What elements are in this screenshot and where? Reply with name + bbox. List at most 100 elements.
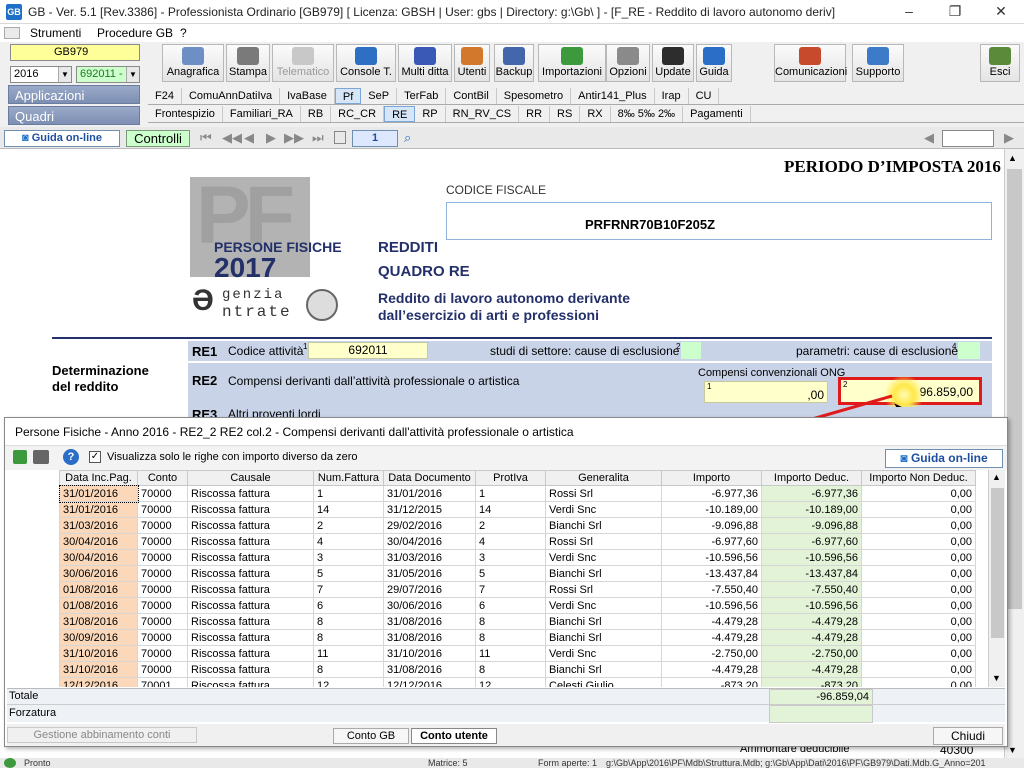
scroll-up-icon[interactable]: ▲ [1008, 153, 1017, 163]
table-cell[interactable]: 70000 [137, 581, 188, 598]
table-cell[interactable]: 5 [475, 565, 546, 582]
grid-scrollbar[interactable]: ▲ ▼ [988, 470, 1005, 687]
table-cell[interactable]: 0,00 [861, 645, 976, 662]
table-cell[interactable]: 31/10/2016 [59, 661, 138, 678]
close-button[interactable]: ✕ [978, 0, 1024, 24]
scrollbar-thumb[interactable] [1007, 169, 1022, 609]
supporto-button[interactable]: Supporto [852, 44, 904, 82]
table-row[interactable]: 30/04/2016 70000 Riscossa fattura 3 31/03/20… [59, 549, 976, 566]
gestione-abbinamento-button[interactable]: Gestione abbinamento conti [7, 727, 197, 743]
table-cell[interactable]: -10.189,00 [661, 501, 762, 518]
table-cell[interactable]: -6.977,36 [761, 485, 862, 502]
filter-checkbox[interactable]: ✓ [89, 451, 101, 463]
tab-frontespizio[interactable]: Frontespizio [148, 106, 223, 122]
table-cell[interactable]: -4.479,28 [761, 629, 862, 646]
table-cell[interactable]: 0,00 [861, 501, 976, 518]
table-cell[interactable]: -4.479,28 [761, 661, 862, 678]
printer-icon[interactable] [33, 450, 49, 464]
grid-scrollbar-thumb[interactable] [991, 488, 1004, 638]
update-button[interactable]: Update [652, 44, 694, 82]
table-cell[interactable]: 31/01/2016 [59, 501, 138, 518]
dialog-guida-button[interactable]: ◙ Guida on-line [885, 449, 1003, 468]
table-cell[interactable]: Riscossa fattura [187, 485, 314, 502]
table-cell[interactable]: -2.750,00 [661, 645, 762, 662]
table-cell[interactable]: 0,00 [861, 533, 976, 550]
tab-rr[interactable]: RR [519, 106, 551, 122]
table-cell[interactable]: Bianchi Srl [545, 661, 662, 678]
table-cell[interactable]: 0,00 [861, 581, 976, 598]
table-cell[interactable]: Riscossa fattura [187, 613, 314, 630]
next-page-icon[interactable]: ▶ [266, 130, 276, 146]
table-row[interactable]: 31/01/2016 70000 Riscossa fattura 1 31/01/20… [58, 484, 976, 503]
table-cell[interactable]: 31/03/2016 [383, 549, 476, 566]
utenti-button[interactable]: Utenti [454, 44, 490, 82]
tab-terfab[interactable]: TerFab [397, 88, 447, 104]
table-row[interactable]: 31/10/2016 70000 Riscossa fattura 8 31/08/20… [59, 661, 976, 678]
search-page-icon[interactable]: ⌕ [404, 130, 411, 146]
next-fast-icon[interactable]: ▶▶ [284, 130, 304, 146]
table-row[interactable]: 30/06/2016 70000 Riscossa fattura 5 31/05/20… [59, 565, 976, 582]
restore-button[interactable]: ❐ [932, 0, 978, 24]
table-cell[interactable]: Riscossa fattura [187, 549, 314, 566]
table-cell[interactable]: Bianchi Srl [545, 517, 662, 534]
tab-antir141-plus[interactable]: Antir141_Plus [571, 88, 655, 104]
minimize-button[interactable]: – [886, 0, 932, 24]
menu-help[interactable]: ? [180, 26, 187, 40]
table-cell[interactable]: -10.596,56 [661, 549, 762, 566]
column-header[interactable]: Importo Deduc. [761, 470, 862, 486]
table-cell[interactable]: 0,00 [861, 661, 976, 678]
forzatura-field[interactable] [769, 705, 873, 723]
table-cell[interactable]: -10.596,56 [761, 549, 862, 566]
table-cell[interactable]: -13.437,84 [761, 565, 862, 582]
table-cell[interactable]: 12/12/2016 [59, 677, 138, 687]
table-cell[interactable]: -10.596,56 [661, 597, 762, 614]
table-cell[interactable]: -4.479,28 [661, 661, 762, 678]
table-cell[interactable]: Rossi Srl [545, 581, 662, 598]
table-row[interactable]: 30/09/2016 70000 Riscossa fattura 8 31/08/20… [59, 629, 976, 646]
tab-spesometro[interactable]: Spesometro [497, 88, 572, 104]
scroll-left-icon[interactable]: ◀ [924, 130, 934, 146]
column-header[interactable]: Importo [661, 470, 762, 486]
table-cell[interactable]: 31/08/2016 [383, 613, 476, 630]
table-cell[interactable]: 29/02/2016 [383, 517, 476, 534]
table-cell[interactable]: Verdi Snc [545, 597, 662, 614]
tab-pagamenti[interactable]: Pagamenti [683, 106, 751, 122]
table-cell[interactable]: 0,00 [861, 629, 976, 646]
table-cell[interactable]: 70000 [137, 485, 188, 502]
table-cell[interactable]: Riscossa fattura [187, 501, 314, 518]
tab-conto-utente[interactable]: Conto utente [411, 728, 497, 744]
table-cell[interactable]: -10.189,00 [761, 501, 862, 518]
tab-rb[interactable]: RB [301, 106, 332, 122]
table-cell[interactable]: Riscossa fattura [187, 565, 314, 582]
column-header[interactable]: Num.Fattura [313, 470, 384, 486]
menu-strumenti[interactable]: Strumenti [30, 26, 81, 40]
backup-button[interactable]: Backup [494, 44, 534, 82]
table-cell[interactable]: 12 [475, 677, 546, 687]
table-cell[interactable]: 30/04/2016 [59, 549, 138, 566]
quadri-header[interactable]: Quadri [8, 106, 140, 125]
table-cell[interactable]: -9.096,88 [661, 517, 762, 534]
table-cell[interactable]: 70000 [137, 533, 188, 550]
table-cell[interactable]: Riscossa fattura [187, 517, 314, 534]
table-row[interactable]: 12/12/2016 70001 Riscossa fattura 12 12/12/2… [59, 677, 976, 687]
table-cell[interactable]: 31/08/2016 [383, 661, 476, 678]
importazioni-button[interactable]: Importazioni [538, 44, 606, 82]
column-header[interactable]: ProtIva [475, 470, 546, 486]
tab-rp[interactable]: RP [415, 106, 446, 122]
table-row[interactable]: 31/03/2016 70000 Riscossa fattura 2 29/02/20… [59, 517, 976, 534]
table-cell[interactable]: 0,00 [861, 565, 976, 582]
table-cell[interactable]: 6 [313, 597, 384, 614]
anagrafica-button[interactable]: Anagrafica [162, 44, 224, 82]
table-cell[interactable]: 6 [475, 597, 546, 614]
table-cell[interactable]: Bianchi Srl [545, 629, 662, 646]
table-cell[interactable]: 31/12/2015 [383, 501, 476, 518]
esci-button[interactable]: Esci [980, 44, 1020, 82]
column-header[interactable]: Data Inc.Pag. [59, 470, 138, 486]
column-header[interactable]: Data Documento [383, 470, 476, 486]
table-cell[interactable]: 70000 [137, 517, 188, 534]
column-header[interactable]: Causale [187, 470, 314, 486]
last-page-icon[interactable]: ⏭ [312, 130, 324, 146]
table-cell[interactable]: 2 [475, 517, 546, 534]
first-page-icon[interactable]: ⏮ [200, 130, 212, 146]
table-cell[interactable]: 70000 [137, 549, 188, 566]
